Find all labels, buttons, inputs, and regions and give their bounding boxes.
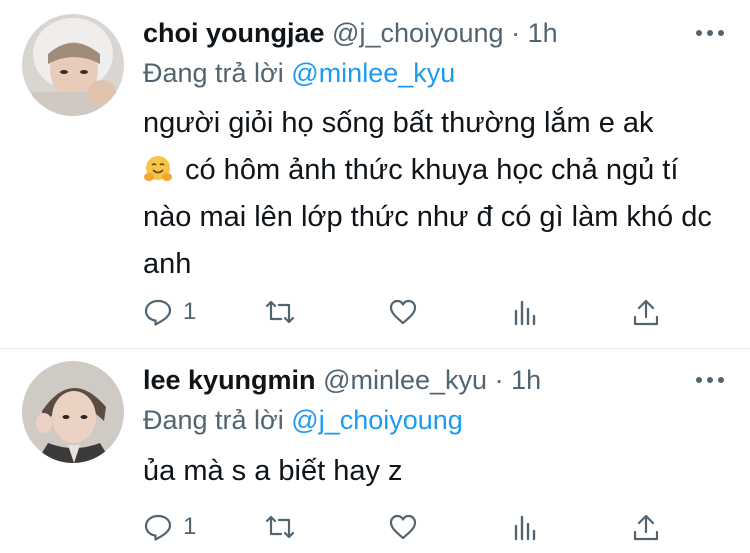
- like-button[interactable]: [388, 292, 418, 332]
- retweet-button[interactable]: [265, 507, 295, 547]
- display-name[interactable]: choi youngjae: [143, 18, 325, 48]
- more-options-icon[interactable]: [696, 30, 724, 38]
- tweet[interactable]: lee kyungmin @minlee_kyu · 1h Đang trả l…: [0, 349, 750, 553]
- replying-to: Đang trả lời @j_choiyoung: [143, 403, 463, 437]
- retweet-icon: [265, 300, 295, 324]
- share-icon: [633, 514, 659, 541]
- reply-icon: [144, 299, 172, 326]
- share-icon: [633, 299, 659, 326]
- replying-to-label: Đang trả lời: [143, 405, 284, 435]
- display-name[interactable]: lee kyungmin: [143, 365, 316, 395]
- replying-to: Đang trả lời @minlee_kyu: [143, 56, 455, 90]
- timestamp[interactable]: 1h: [528, 18, 558, 48]
- share-button[interactable]: [631, 292, 661, 332]
- tweet-text: người giỏi họ sống bất thường lắm e ak c…: [143, 100, 733, 288]
- analytics-icon: [514, 300, 536, 326]
- tweet-text: ủa mà s a biết hay z: [143, 448, 733, 495]
- reply-count: 1: [183, 513, 197, 540]
- reply-icon: [144, 514, 172, 541]
- hugging-face-icon: [143, 152, 173, 182]
- more-options-icon[interactable]: [696, 377, 724, 385]
- tweet[interactable]: choi youngjae @j_choiyoung · 1h Đang trả…: [0, 0, 750, 349]
- share-button[interactable]: [631, 507, 661, 547]
- reply-count: 1: [183, 298, 197, 325]
- tweet-text-rest: có hôm ảnh thức khuya học chả ngủ tí nào…: [143, 154, 712, 280]
- mention-link[interactable]: @minlee_kyu: [291, 58, 455, 88]
- tweet-header: choi youngjae @j_choiyoung · 1h: [143, 16, 558, 50]
- avatar[interactable]: [22, 361, 124, 463]
- timestamp[interactable]: 1h: [511, 365, 541, 395]
- mention-link[interactable]: @j_choiyoung: [291, 405, 463, 435]
- reply-button[interactable]: 1: [143, 507, 196, 547]
- tweet-header: lee kyungmin @minlee_kyu · 1h: [143, 363, 541, 397]
- avatar[interactable]: [22, 14, 124, 116]
- replying-to-label: Đang trả lời: [143, 58, 284, 88]
- user-handle[interactable]: @minlee_kyu: [323, 365, 487, 395]
- retweet-button[interactable]: [265, 292, 295, 332]
- analytics-button[interactable]: [510, 507, 540, 547]
- user-handle[interactable]: @j_choiyoung: [332, 18, 504, 48]
- tweet-text-line: người giỏi họ sống bất thường lắm e ak: [143, 107, 654, 139]
- heart-icon: [389, 514, 417, 540]
- separator-dot: ·: [494, 365, 504, 395]
- separator-dot: ·: [511, 18, 521, 48]
- like-button[interactable]: [388, 507, 418, 547]
- retweet-icon: [265, 515, 295, 539]
- analytics-button[interactable]: [510, 292, 540, 332]
- tweet-actions: 1: [143, 507, 683, 547]
- reply-button[interactable]: 1: [143, 292, 196, 332]
- heart-icon: [389, 299, 417, 325]
- tweet-actions: 1: [143, 292, 683, 332]
- tweet-text-line: ủa mà s a biết hay z: [143, 455, 403, 487]
- analytics-icon: [514, 515, 536, 541]
